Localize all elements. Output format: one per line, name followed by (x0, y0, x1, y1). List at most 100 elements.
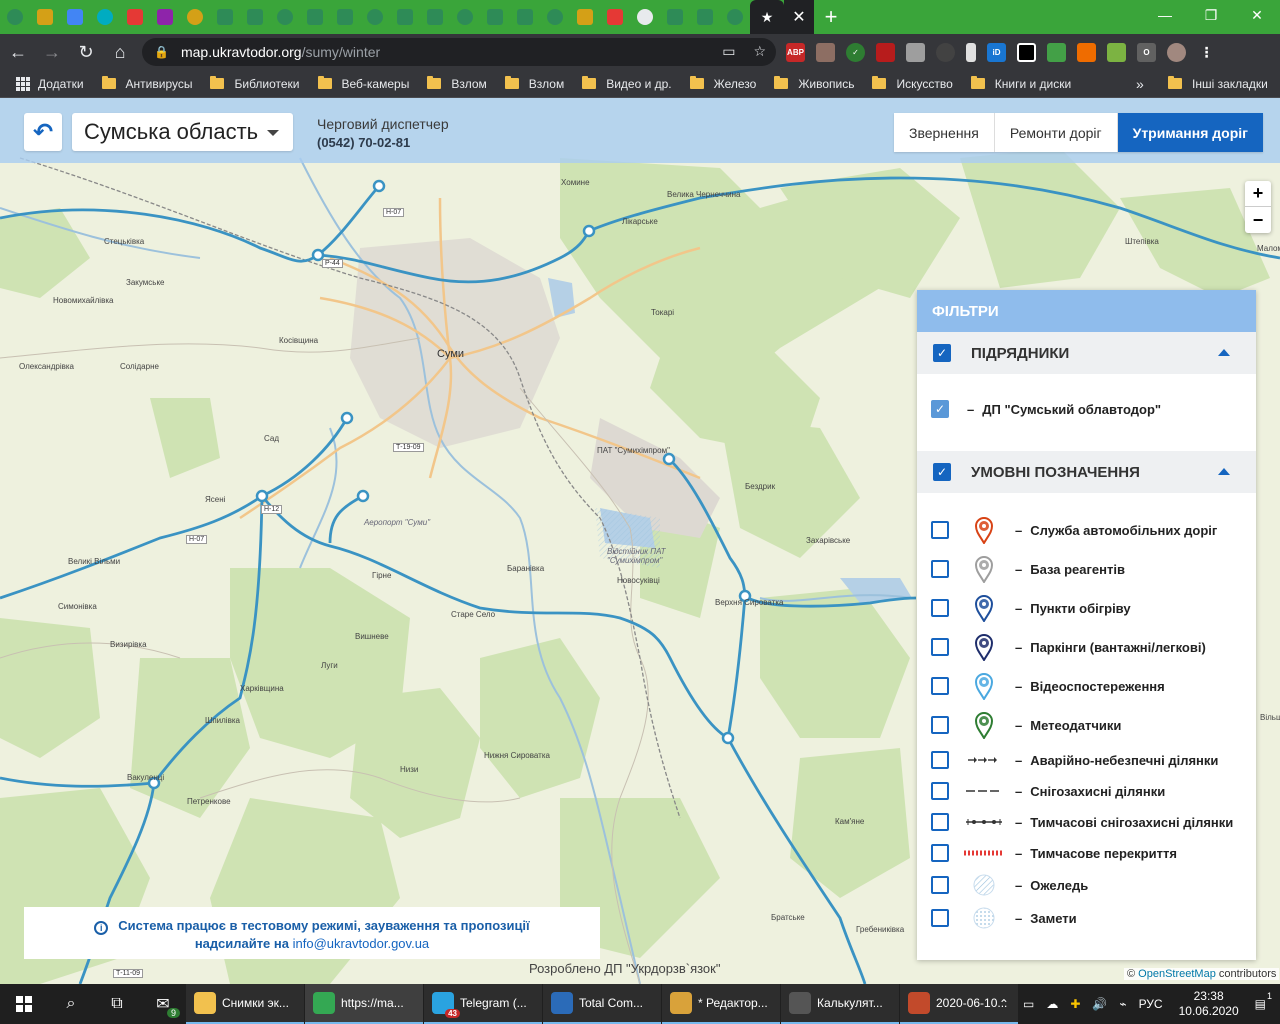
bookmark-item[interactable]: Искусство (872, 76, 953, 91)
legend-checkbox[interactable]: ✓ (933, 463, 951, 481)
extension-antivirus-icon[interactable]: ABP (786, 42, 805, 62)
legend-item-checkbox[interactable] (931, 813, 949, 831)
browser-tab[interactable] (450, 0, 480, 34)
bookmark-item[interactable]: Взлом (427, 76, 487, 91)
contractor-item[interactable]: ✓ – ДП "Сумський облавтодор" (931, 400, 1161, 418)
contractors-section-header[interactable]: ✓ ПІДРЯДНИКИ (917, 332, 1256, 374)
volume-icon[interactable]: 🔊 (1092, 997, 1107, 1011)
task-view-icon[interactable]: ⧉ (94, 984, 140, 1024)
browser-tab[interactable] (510, 0, 540, 34)
taskbar-app[interactable]: Total Com... (543, 984, 661, 1024)
tray-app-icon[interactable]: ✚ (1070, 997, 1080, 1011)
onedrive-icon[interactable]: ☁ (1046, 997, 1058, 1011)
reload-icon[interactable]: ↻ (70, 36, 102, 68)
legend-item[interactable]: – Пункти обігріву (931, 594, 1131, 622)
legend-item[interactable]: – Ожеледь (931, 871, 1088, 899)
bookmark-item[interactable]: Живопись (774, 76, 854, 91)
minimize-icon[interactable]: — (1142, 0, 1188, 30)
tab-road-repairs[interactable]: Ремонти доріг (994, 113, 1118, 152)
bookmark-item[interactable]: Библиотеки (210, 76, 300, 91)
bookmark-item[interactable]: Додатки (38, 77, 84, 91)
browser-tab[interactable] (60, 0, 90, 34)
legend-item[interactable]: – Снігозахисні ділянки (931, 777, 1165, 805)
tab-requests[interactable]: Звернення (894, 113, 995, 152)
taskbar-app[interactable]: 43 Telegram (... (424, 984, 542, 1024)
browser-tab[interactable] (210, 0, 240, 34)
extension-tool-icon[interactable] (1077, 42, 1096, 62)
bookmark-star-icon[interactable]: ☆ (753, 43, 766, 60)
legend-item-checkbox[interactable] (931, 844, 949, 862)
region-select[interactable]: Сумська область (72, 113, 293, 151)
clock[interactable]: 23:38 10.06.2020 (1179, 989, 1239, 1019)
browser-tab[interactable] (720, 0, 750, 34)
legend-item-checkbox[interactable] (931, 599, 949, 617)
tab-road-maintenance[interactable]: Утримання доріг (1117, 113, 1263, 152)
browser-tab[interactable] (90, 0, 120, 34)
contractors-checkbox[interactable]: ✓ (933, 344, 951, 362)
language-indicator[interactable]: РУС (1139, 997, 1163, 1011)
tab-close-icon[interactable]: ✕ (784, 0, 814, 34)
legend-item[interactable]: – Паркінги (вантажні/легкові) (931, 633, 1206, 661)
browser-tab[interactable] (540, 0, 570, 34)
legend-section-header[interactable]: ✓ УМОВНІ ПОЗНАЧЕННЯ (917, 451, 1256, 493)
browser-tab[interactable] (420, 0, 450, 34)
legend-item[interactable]: – Замети (931, 904, 1077, 932)
zoom-out-button[interactable]: − (1245, 207, 1271, 233)
legend-item-checkbox[interactable] (931, 782, 949, 800)
network-icon[interactable]: ⌁ (1119, 997, 1126, 1011)
bookmark-item[interactable]: Антивирусы (101, 76, 192, 91)
taskbar-app[interactable]: * Редактор... (662, 984, 780, 1024)
start-button[interactable] (0, 984, 48, 1024)
browser-tab[interactable] (660, 0, 690, 34)
collapse-arrow-icon[interactable] (1218, 468, 1230, 475)
browser-tab[interactable] (690, 0, 720, 34)
bookmark-item[interactable]: Книги и диски (970, 76, 1071, 91)
browser-tab[interactable] (270, 0, 300, 34)
legend-item-checkbox[interactable] (931, 876, 949, 894)
legend-item-checkbox[interactable] (931, 716, 949, 734)
forward-arrow-icon[interactable]: → (36, 36, 68, 68)
bookmark-item[interactable]: Веб-камеры (317, 76, 409, 91)
back-arrow-icon[interactable]: ← (2, 36, 34, 68)
search-icon[interactable]: ⌕ (48, 984, 94, 1024)
legend-item-checkbox[interactable] (931, 677, 949, 695)
osm-link[interactable]: OpenStreetMap (1138, 968, 1216, 980)
home-icon[interactable]: ⌂ (104, 36, 136, 68)
cast-icon[interactable]: ▭ (722, 43, 735, 60)
legend-item[interactable]: – Тимчасове перекриття (931, 839, 1177, 867)
other-bookmarks[interactable]: Інші закладки (1168, 76, 1268, 91)
browser-tab[interactable] (120, 0, 150, 34)
extension-puzzle-icon[interactable] (906, 42, 925, 62)
legend-item[interactable]: – Служба автомобільних доріг (931, 516, 1217, 544)
legend-item-checkbox[interactable] (931, 909, 949, 927)
legend-item[interactable]: – Відеоспостереження (931, 672, 1165, 700)
browser-tab[interactable]: ★ (750, 0, 784, 34)
browser-tab[interactable] (30, 0, 60, 34)
extension-chat-icon[interactable] (936, 42, 955, 62)
profile-avatar[interactable] (1167, 42, 1186, 62)
extension-notes-icon[interactable] (816, 42, 835, 62)
browser-tab[interactable] (480, 0, 510, 34)
collapse-arrow-icon[interactable] (1218, 349, 1230, 356)
bookmark-item[interactable]: Железо (689, 76, 756, 91)
apps-grid-icon[interactable] (16, 76, 30, 91)
bookmark-item[interactable]: Видео и др. (582, 76, 672, 91)
legend-item[interactable]: – База реагентів (931, 555, 1125, 583)
contractor-checkbox[interactable]: ✓ (931, 400, 949, 418)
tray-monitor-icon[interactable]: ▭ (1023, 997, 1034, 1011)
browser-tab[interactable] (570, 0, 600, 34)
extension-o-icon[interactable]: O (1137, 42, 1156, 62)
taskbar-app[interactable]: Снимки эк... (186, 984, 304, 1024)
extension-color-icon[interactable] (1047, 42, 1066, 62)
mail-app-icon[interactable]: ✉ 9 (140, 984, 186, 1024)
notifications-icon[interactable]: ▤ 1 (1255, 991, 1272, 1011)
browser-tab[interactable] (240, 0, 270, 34)
notice-email-link[interactable]: info@ukravtodor.gov.ua (293, 936, 430, 951)
browser-tab[interactable] (300, 0, 330, 34)
extension-check-icon[interactable]: ✓ (846, 42, 865, 62)
tray-chevron-icon[interactable]: ⌃ (999, 997, 1009, 1011)
extension-image-icon[interactable] (1107, 42, 1126, 62)
browser-tab[interactable] (360, 0, 390, 34)
map-canvas[interactable]: Суми Стецьківка Хомине Велика Чернеччина… (0, 98, 1280, 984)
bookmarks-more[interactable]: » (1136, 76, 1144, 92)
